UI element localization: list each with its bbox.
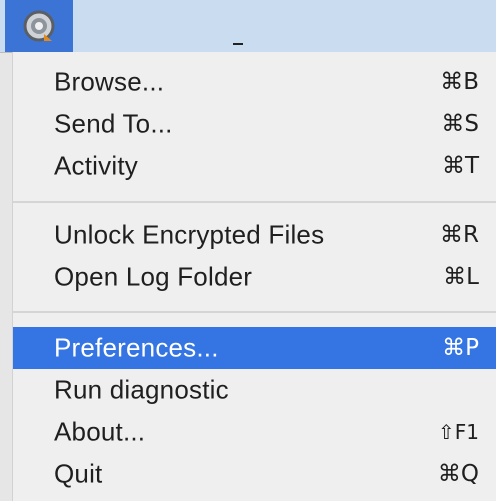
menu-item-label: Browse... [54,66,165,97]
menu-item-label: About... [54,416,146,447]
menu-item-label: Run diagnostic [54,374,229,405]
menu-item-shortcut: ⌘S [441,111,479,137]
menu-item-label: Activity [54,150,138,181]
menu-item-unlock-encrypted-files[interactable]: Unlock Encrypted Files ⌘R [13,214,496,256]
menu-item-shortcut: ⇧F1 [438,420,479,444]
menu-item-shortcut: ⌘P [442,335,479,361]
menu-item-preferences[interactable]: Preferences... ⌘P [13,327,496,369]
menu-item-run-diagnostic[interactable]: Run diagnostic [13,369,496,411]
status-dropdown-menu: Browse... ⌘B Send To... ⌘S Activity ⌘T U… [12,52,496,501]
menu-item-label: Send To... [54,108,173,139]
screen: Browse... ⌘B Send To... ⌘S Activity ⌘T U… [0,0,496,501]
menu-item-browse[interactable]: Browse... ⌘B [13,61,496,103]
menu-item-label: Open Log Folder [54,261,253,292]
status-item-button[interactable] [5,0,73,52]
menu-item-label: Quit [54,458,103,489]
menu-item-about[interactable]: About... ⇧F1 [13,411,496,453]
menu-item-activity[interactable]: Activity ⌘T [13,145,496,187]
menu-item-shortcut: ⌘Q [437,461,479,487]
app-status-icon [22,9,56,43]
menu-item-shortcut: ⌘B [440,69,479,95]
menubar-cursor-mark [233,43,243,45]
menu-item-shortcut: ⌘R [440,222,479,248]
menu-item-open-log-folder[interactable]: Open Log Folder ⌘L [13,256,496,298]
menu-item-shortcut: ⌘T [441,153,479,179]
menu-separator [13,201,496,203]
menu-item-label: Preferences... [54,332,219,363]
menu-bar [0,0,496,53]
menu-separator [13,311,496,313]
menu-item-shortcut: ⌘L [443,264,479,290]
menu-item-quit[interactable]: Quit ⌘Q [13,453,496,495]
menu-item-send-to[interactable]: Send To... ⌘S [13,103,496,145]
menu-item-label: Unlock Encrypted Files [54,219,325,250]
